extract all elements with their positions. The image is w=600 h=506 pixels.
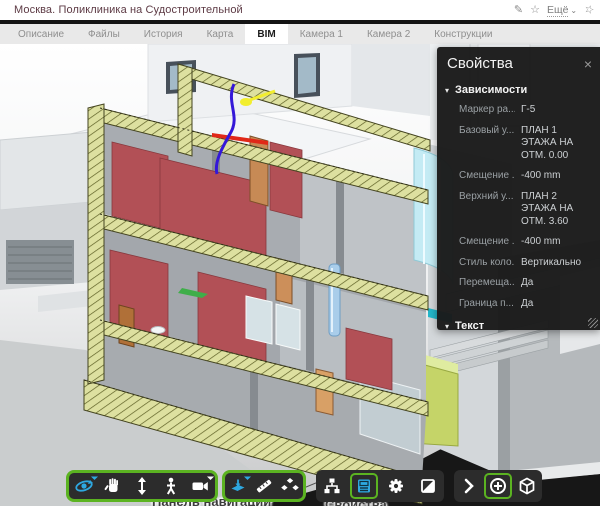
tab-constructions[interactable]: Конструкции xyxy=(422,24,504,44)
property-row: Граница п... Да xyxy=(437,294,600,315)
tab-bar: Описание Файлы История Карта BIM Камера … xyxy=(0,24,600,44)
property-row: Смещение ... -400 mm xyxy=(437,166,600,187)
pan-hand-button[interactable] xyxy=(99,473,127,499)
measure-ruler-button[interactable] xyxy=(251,473,277,499)
tab-history[interactable]: История xyxy=(132,24,195,44)
section-dependencies[interactable]: ▾ Зависимости xyxy=(437,78,600,100)
properties-panel: Свойства × ▾ Зависимости Маркер ра... Г-… xyxy=(437,47,600,330)
settings-gear-button[interactable] xyxy=(382,473,410,499)
property-row: Верхний у... ПЛАН 2 ЭТАЖА НА ОТМ. 3.60 xyxy=(437,187,600,233)
tab-files[interactable]: Файлы xyxy=(76,24,132,44)
toolbar-panels-group xyxy=(316,470,444,502)
close-icon[interactable]: × xyxy=(584,57,592,71)
model-tree-button[interactable] xyxy=(318,473,346,499)
page-title: Москва. Поликлиника на Судостроительной xyxy=(14,4,243,16)
bim-viewer-app: Москва. Поликлиника на Судостроительной … xyxy=(0,0,600,506)
tab-map[interactable]: Карта xyxy=(195,24,246,44)
orbit-button[interactable] xyxy=(70,473,98,499)
toolbar-tools-group xyxy=(222,470,306,502)
tab-camera-1[interactable]: Камера 1 xyxy=(288,24,355,44)
property-row: Базовый у... ПЛАН 1 ЭТАЖА НА ОТМ. 0.00 xyxy=(437,121,600,167)
section-cut-button[interactable] xyxy=(225,473,251,499)
add-plus-button[interactable] xyxy=(484,473,512,499)
section-text[interactable]: ▾ Текст xyxy=(437,314,600,330)
properties-panel-button[interactable] xyxy=(350,473,378,499)
collapse-triangle-icon: ▾ xyxy=(445,322,449,331)
properties-panel-title: Свойства xyxy=(447,55,513,72)
expand-chevron-button[interactable] xyxy=(455,473,483,499)
window-header: Москва. Поликлиника на Судостроительной … xyxy=(0,0,600,20)
camera-button[interactable] xyxy=(186,473,214,499)
toolbar-navigation-group xyxy=(66,470,218,502)
toolbar-add-group xyxy=(454,470,542,502)
tab-camera-2[interactable]: Камера 2 xyxy=(355,24,422,44)
tab-description[interactable]: Описание xyxy=(6,24,76,44)
header-actions: ✎ ☆ Ещё ⌄ ☆ xyxy=(514,4,594,17)
explode-cube-button[interactable] xyxy=(277,473,303,499)
property-row: Перемеща... Да xyxy=(437,273,600,294)
tab-bim[interactable]: BIM xyxy=(245,24,287,44)
more-menu-label: Ещё xyxy=(547,4,568,17)
model-cube-button[interactable] xyxy=(513,473,541,499)
walk-person-button[interactable] xyxy=(157,473,185,499)
more-menu[interactable]: Ещё ⌄ xyxy=(547,4,577,17)
chevron-down-icon: ⌄ xyxy=(570,6,577,15)
property-row: Смещение ... -400 mm xyxy=(437,232,600,253)
properties-panel-header: Свойства × xyxy=(437,47,600,78)
collapse-triangle-icon: ▾ xyxy=(445,86,449,95)
star-badge-icon[interactable]: ☆ xyxy=(583,3,596,17)
contrast-expand-button[interactable] xyxy=(414,473,442,499)
favorite-star-icon[interactable]: ☆ xyxy=(530,5,540,16)
panel-resize-handle[interactable] xyxy=(588,318,598,328)
zoom-vertical-button[interactable] xyxy=(128,473,156,499)
property-row: Стиль коло... Вертикально xyxy=(437,253,600,274)
property-row: Маркер ра... Г-5 xyxy=(437,100,600,121)
edit-pencil-icon[interactable]: ✎ xyxy=(514,5,523,16)
